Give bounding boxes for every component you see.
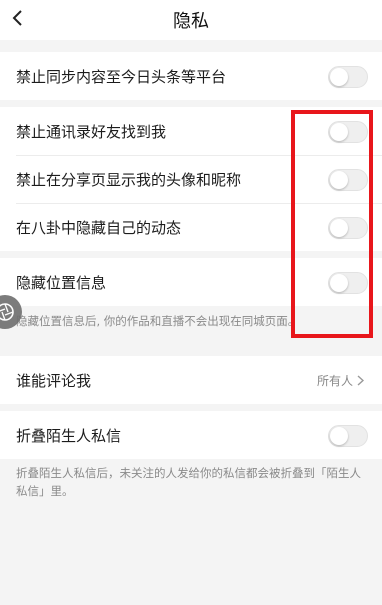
comment-who-label: 谁能评论我 xyxy=(16,371,92,390)
chevron-right-icon xyxy=(357,375,364,386)
page-title: 隐私 xyxy=(173,11,209,32)
dm-section: 折叠陌生人私信 xyxy=(0,411,382,459)
sync-block-row[interactable]: 禁止同步内容至今日头条等平台 xyxy=(0,52,382,100)
comment-value-label: 所有人 xyxy=(316,374,353,388)
toggle-knob xyxy=(330,68,348,86)
bagua-hide-label: 在八卦中隐藏自己的动态 xyxy=(16,218,182,237)
top-bar: 隐私 xyxy=(0,0,382,40)
fold-dm-row[interactable]: 折叠陌生人私信 xyxy=(0,411,382,459)
toggle-knob xyxy=(330,427,348,445)
contacts-block-label: 禁止通讯录好友找到我 xyxy=(16,122,167,141)
aperture-icon xyxy=(0,303,14,321)
sync-section: 禁止同步内容至今日头条等平台 xyxy=(0,52,382,100)
fold-dm-toggle[interactable] xyxy=(328,425,368,447)
comment-section: 谁能评论我 所有人 xyxy=(0,356,382,404)
fold-dm-label: 折叠陌生人私信 xyxy=(16,426,122,445)
sync-block-label: 禁止同步内容至今日头条等平台 xyxy=(16,67,227,86)
location-hide-label: 隐藏位置信息 xyxy=(16,273,107,292)
highlight-box xyxy=(291,110,373,338)
comment-who-row[interactable]: 谁能评论我 所有人 xyxy=(0,356,382,404)
fold-dm-hint: 折叠陌生人私信后，未关注的人发给你的私信都会被折叠到「陌生人私信」里。 xyxy=(16,466,361,498)
sync-block-toggle[interactable] xyxy=(328,66,368,88)
comment-value: 所有人 xyxy=(317,372,364,389)
share-page-block-label: 禁止在分享页显示我的头像和昵称 xyxy=(16,170,242,189)
